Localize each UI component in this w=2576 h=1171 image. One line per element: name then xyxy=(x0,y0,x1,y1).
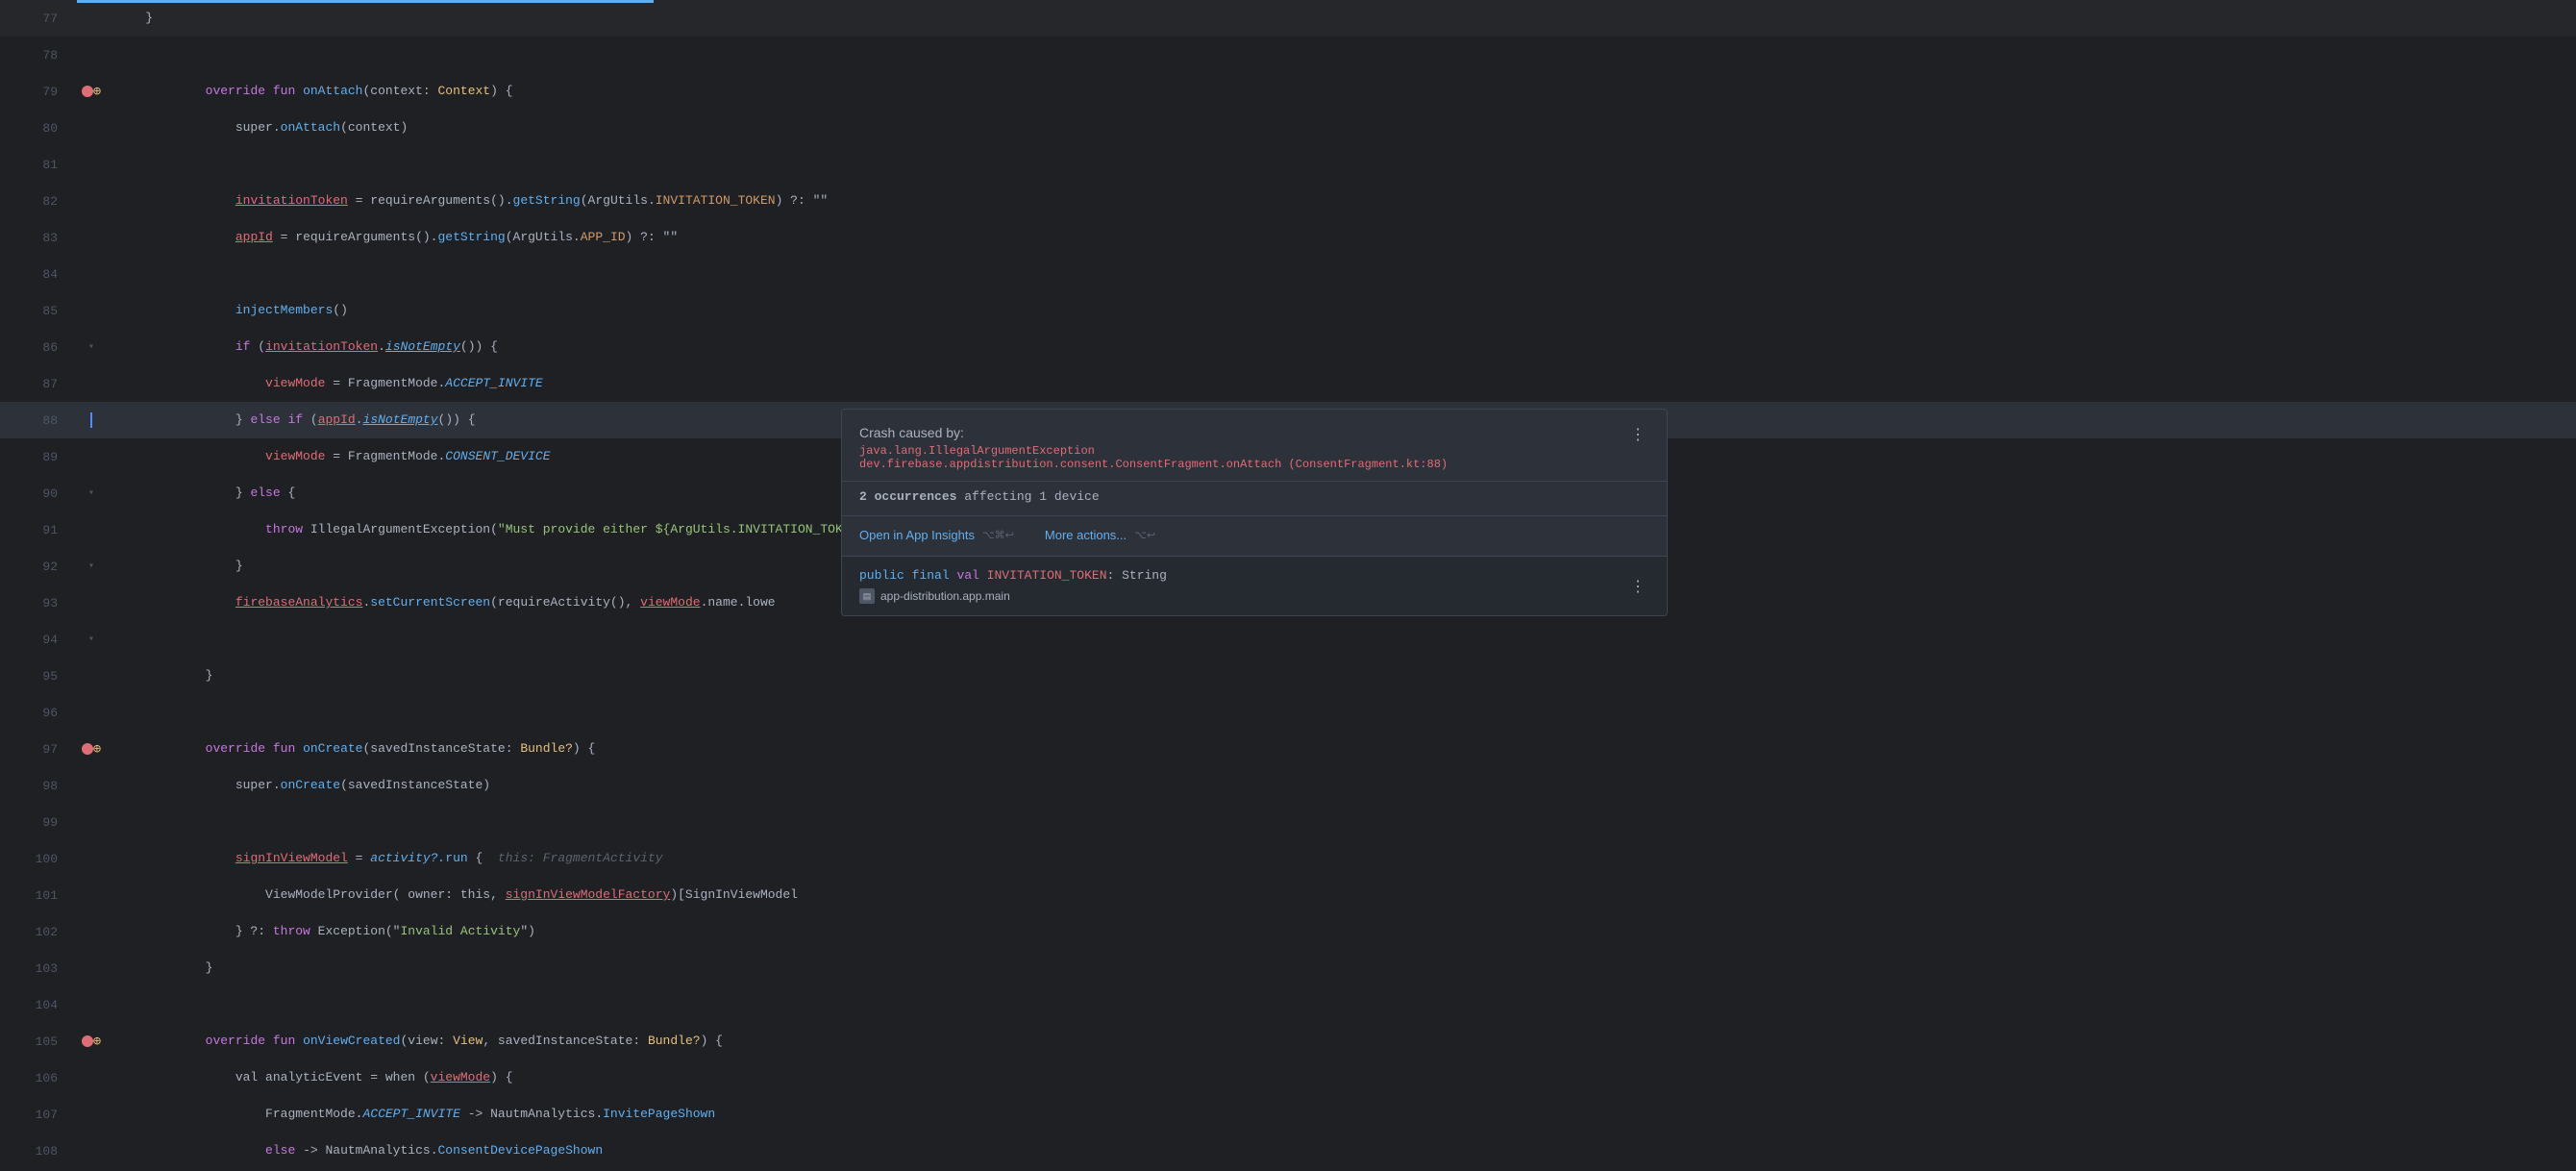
line-number-98: 98 xyxy=(0,779,77,793)
line-number-88: 88 xyxy=(0,413,77,428)
crash-code-line: public final val INVITATION_TOKEN: Strin… xyxy=(859,568,1167,583)
more-actions-link[interactable]: More actions... xyxy=(1045,528,1127,542)
crash-popup: Crash caused by: java.lang.IllegalArgume… xyxy=(841,409,1668,616)
line-number-87: 87 xyxy=(0,377,77,391)
line-number-78: 78 xyxy=(0,48,77,62)
line-number-77: 77 xyxy=(0,12,77,26)
crash-package-info: ▤ app-distribution.app.main xyxy=(859,588,1167,604)
line-number-92: 92 xyxy=(0,560,77,574)
crash-popup-menu-bottom[interactable]: ⋮ xyxy=(1626,577,1649,596)
breakpoint-arrow-105: ⊕ xyxy=(93,1034,101,1050)
code-line-80: 80 super.onAttach(context) xyxy=(0,110,2576,146)
code-line-95: 95 } xyxy=(0,658,2576,694)
open-in-app-insights-link[interactable]: Open in App Insights xyxy=(859,528,975,542)
line-gutter-86: ▾ xyxy=(77,341,106,353)
package-name: app-distribution.app.main xyxy=(880,589,1010,603)
crash-occurrences-text: 2 occurrences affecting 1 device xyxy=(859,489,1100,504)
line-number-107: 107 xyxy=(0,1108,77,1122)
line-number-93: 93 xyxy=(0,596,77,610)
line-number-90: 90 xyxy=(0,486,77,501)
shortcut2: ⌥↩ xyxy=(1134,529,1155,541)
crash-exception-line2: dev.firebase.appdistribution.consent.Con… xyxy=(859,458,1448,471)
line-number-94: 94 xyxy=(0,633,77,647)
fold-icon-86: ▾ xyxy=(88,341,94,353)
cursor-88 xyxy=(90,412,92,428)
line-number-86: 86 xyxy=(0,340,77,355)
crash-popup-menu-top[interactable]: ⋮ xyxy=(1626,425,1649,444)
breakpoint-icon-79 xyxy=(82,86,93,97)
line-number-105: 105 xyxy=(0,1034,77,1049)
crash-links-row: Open in App Insights ⌥⌘↩ More actions...… xyxy=(842,515,1667,556)
fold-icon-92: ▾ xyxy=(88,561,94,572)
line-number-81: 81 xyxy=(0,158,77,172)
line-number-80: 80 xyxy=(0,121,77,136)
line-number-103: 103 xyxy=(0,961,77,976)
line-gutter-105: ⊕ xyxy=(77,1034,106,1050)
code-line-83: 83 appId = requireArguments().getString(… xyxy=(0,219,2576,256)
line-number-108: 108 xyxy=(0,1144,77,1159)
code-line-103: 103 } xyxy=(0,950,2576,986)
line-gutter-94: ▾ xyxy=(77,634,106,645)
line-number-89: 89 xyxy=(0,450,77,464)
line-number-85: 85 xyxy=(0,304,77,318)
line-gutter-79: ⊕ xyxy=(77,84,106,100)
line-number-84: 84 xyxy=(0,267,77,282)
crash-title: Crash caused by: xyxy=(859,425,1448,440)
line-number-104: 104 xyxy=(0,998,77,1012)
crash-code-content: public final val INVITATION_TOKEN: Strin… xyxy=(859,568,1167,604)
line-gutter-88 xyxy=(77,412,106,428)
breakpoint-icon-105 xyxy=(82,1035,93,1047)
package-icon: ▤ xyxy=(859,588,875,604)
line-number-102: 102 xyxy=(0,925,77,939)
line-number-91: 91 xyxy=(0,523,77,537)
line-content-77: } xyxy=(106,0,2576,37)
line-number-99: 99 xyxy=(0,815,77,830)
line-number-79: 79 xyxy=(0,85,77,99)
fold-icon-94: ▾ xyxy=(88,634,94,645)
crash-popup-content: Crash caused by: java.lang.IllegalArgume… xyxy=(859,425,1448,471)
line-gutter-92: ▾ xyxy=(77,561,106,572)
fold-icon-90: ▾ xyxy=(88,487,94,499)
line-gutter-90: ▾ xyxy=(77,487,106,499)
line-number-96: 96 xyxy=(0,706,77,720)
breakpoint-arrow-79: ⊕ xyxy=(93,84,101,100)
line-number-82: 82 xyxy=(0,194,77,209)
breakpoint-icon-97 xyxy=(82,743,93,755)
line-number-106: 106 xyxy=(0,1071,77,1085)
code-line-98: 98 super.onCreate(savedInstanceState) xyxy=(0,767,2576,804)
crash-exception-line1: java.lang.IllegalArgumentException xyxy=(859,444,1448,458)
crash-occurrences-count: 2 occurrences xyxy=(859,489,956,504)
crash-device-count: 1 device xyxy=(1039,489,1099,504)
line-number-100: 100 xyxy=(0,852,77,866)
code-line-77: 77 } xyxy=(0,0,2576,37)
editor-container: 77 } 78 79 ⊕ override fun onAttach(conte… xyxy=(0,0,2576,1171)
crash-code-section: public final val INVITATION_TOKEN: Strin… xyxy=(842,556,1667,615)
crash-popup-header: Crash caused by: java.lang.IllegalArgume… xyxy=(842,410,1667,481)
line-gutter-97: ⊕ xyxy=(77,741,106,758)
progress-bar xyxy=(77,0,654,3)
code-area: 77 } 78 79 ⊕ override fun onAttach(conte… xyxy=(0,0,2576,1171)
line-number-95: 95 xyxy=(0,669,77,684)
line-number-97: 97 xyxy=(0,742,77,757)
shortcut1: ⌥⌘↩ xyxy=(982,529,1014,541)
line-content-109: } xyxy=(106,1133,2576,1171)
crash-occurrences-row: 2 occurrences affecting 1 device xyxy=(842,481,1667,515)
line-number-83: 83 xyxy=(0,231,77,245)
breakpoint-arrow-97: ⊕ xyxy=(93,741,101,758)
line-number-101: 101 xyxy=(0,888,77,903)
crash-occurrences-suffix: affecting xyxy=(964,489,1039,504)
